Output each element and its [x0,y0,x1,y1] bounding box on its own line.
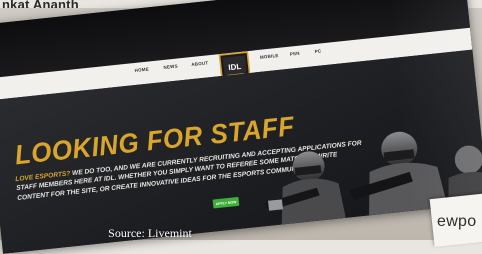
nav-item-psn[interactable]: PSN [290,51,300,57]
nav-item-home[interactable]: HOME [134,67,149,73]
nav-item-mobile[interactable]: MOBILE [260,53,279,60]
newspaper-corner-text: ewpo [437,213,477,230]
nav-item-news[interactable]: NEWS [163,64,178,70]
logo-text: IDL [228,62,242,72]
image-caption: Source: Livemint [108,226,192,240]
nav-item-pc[interactable]: PC [314,48,321,54]
nav-item-about[interactable]: ABOUT [191,60,208,67]
